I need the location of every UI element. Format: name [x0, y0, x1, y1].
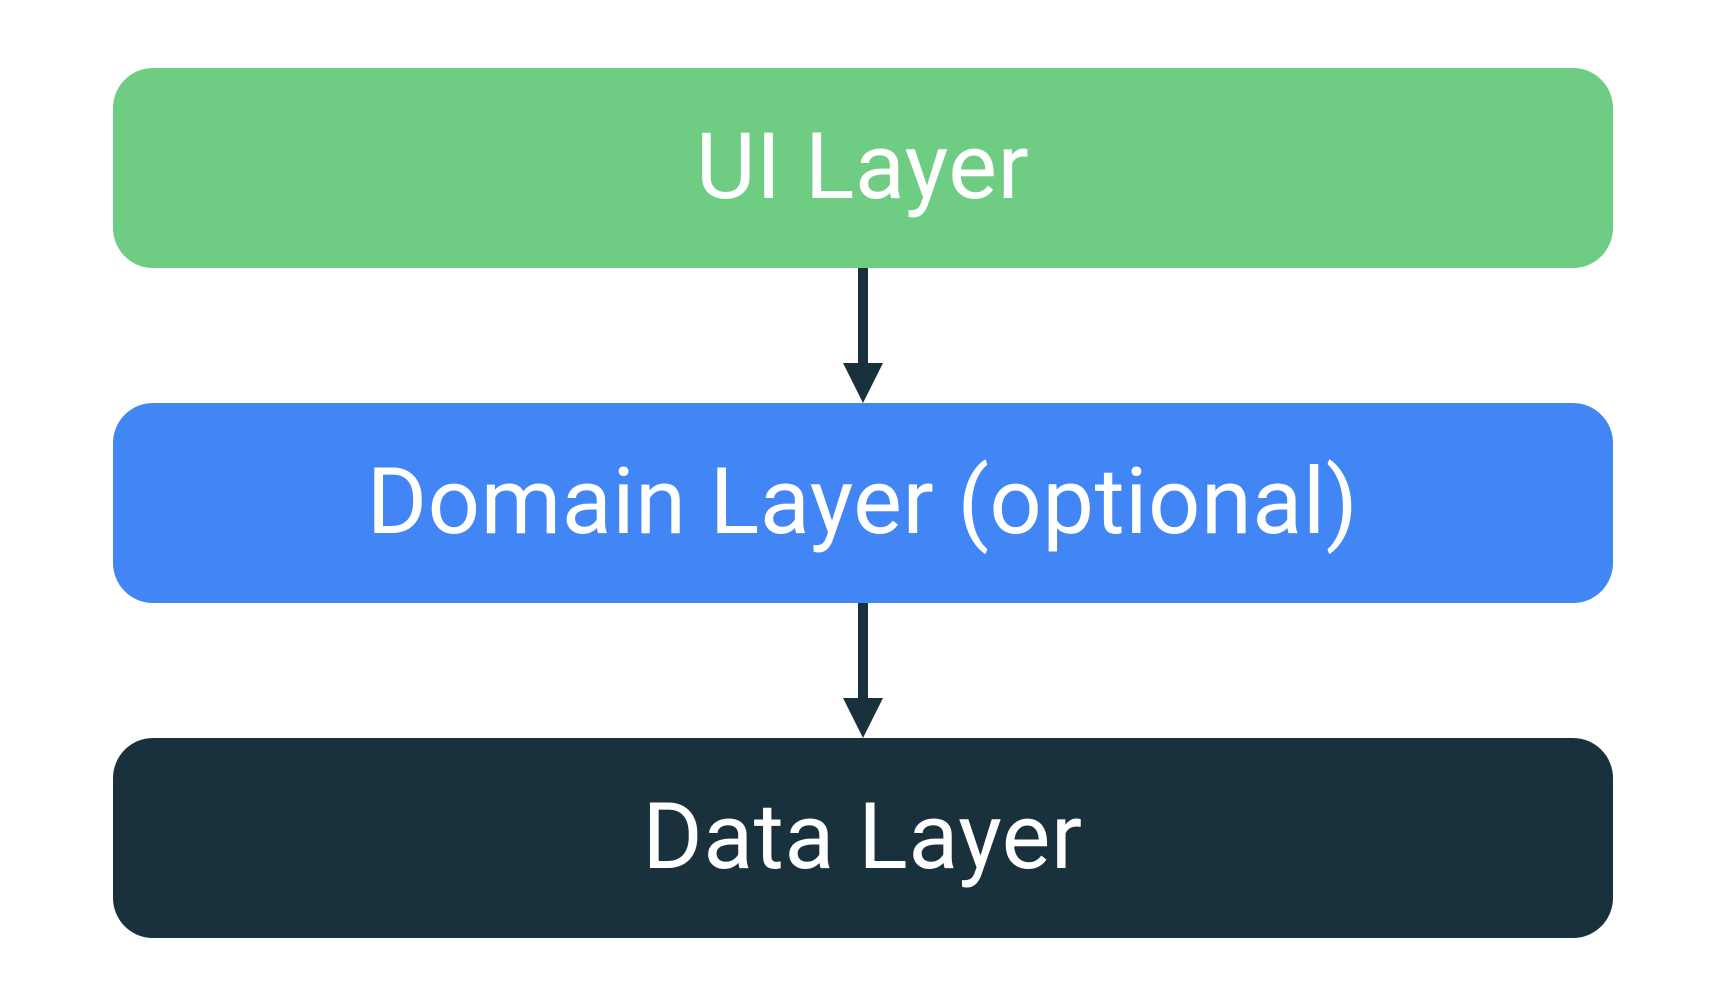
- ui-layer-box: UI Layer: [113, 68, 1613, 268]
- arrow-down-icon: [838, 268, 888, 403]
- data-layer-label: Data Layer: [642, 784, 1082, 891]
- ui-layer-label: UI Layer: [696, 114, 1029, 221]
- domain-layer-box: Domain Layer (optional): [113, 403, 1613, 603]
- domain-layer-label: Domain Layer (optional): [367, 449, 1359, 556]
- data-layer-box: Data Layer: [113, 738, 1613, 938]
- architecture-diagram: UI Layer Domain Layer (optional) Data La…: [113, 68, 1613, 938]
- arrow-down-icon: [838, 603, 888, 738]
